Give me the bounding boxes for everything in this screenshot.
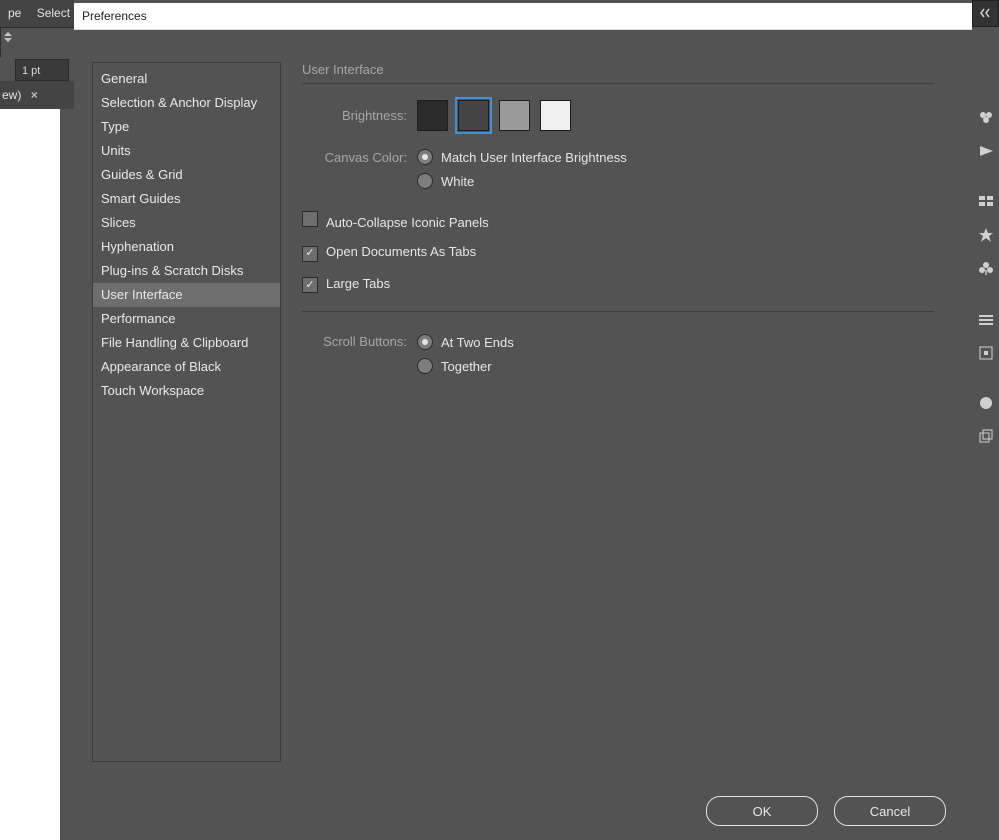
radio-icon [417,334,433,350]
value-spinner[interactable] [3,30,13,48]
checkbox-label: Auto-Collapse Iconic Panels [326,215,489,230]
category-item[interactable]: User Interface [93,283,280,307]
swatches-panel-icon[interactable] [972,100,999,134]
checkbox-icon [302,211,318,227]
checkbox-icon [302,246,318,262]
dialog-title: Preferences [82,9,147,23]
radio-icon [417,149,433,165]
stroke-panel-icon[interactable] [972,302,999,336]
scroll-buttons-label: Scroll Buttons: [302,334,407,349]
app-root: pe Select 1 pt ew) × [0,0,999,840]
brightness-swatches [417,100,581,131]
scroll-buttons-option[interactable]: At Two Ends [417,334,514,350]
category-item[interactable]: Slices [93,211,280,235]
checkbox-label: Large Tabs [326,276,390,291]
document-tab-label: ew) [2,88,21,102]
radio-icon [417,173,433,189]
category-item[interactable]: File Handling & Clipboard [93,331,280,355]
dialog-body: GeneralSelection & Anchor DisplayTypeUni… [74,29,972,840]
scroll-buttons-option[interactable]: Together [417,358,514,374]
canvas-color-option[interactable]: Match User Interface Brightness [417,149,627,165]
radio-icon [417,358,433,374]
category-item[interactable]: Plug-ins & Scratch Disks [93,259,280,283]
chevron-up-icon [4,32,12,36]
dialog-title-bar: Preferences [74,3,972,30]
category-item[interactable]: Selection & Anchor Display [93,91,280,115]
category-item[interactable]: General [93,67,280,91]
panel-heading: User Interface [302,62,934,77]
category-item[interactable]: Type [93,115,280,139]
brightness-swatch[interactable] [499,100,530,131]
category-item[interactable]: Performance [93,307,280,331]
canvas-color-row: Canvas Color: Match User Interface Brigh… [302,149,934,197]
document-tab[interactable]: ew) × [0,81,74,109]
checkbox-label: Open Documents As Tabs [326,244,476,259]
chevron-down-icon [4,38,12,42]
scroll-buttons-option-label: Together [441,359,492,374]
appearance-panel-icon[interactable] [972,386,999,420]
menu-bar: pe Select [0,0,74,27]
scroll-buttons-option-label: At Two Ends [441,335,514,350]
scroll-buttons-row: Scroll Buttons: At Two Ends Together [302,334,934,382]
brightness-swatch[interactable] [540,100,571,131]
layers-panel-icon[interactable] [972,420,999,454]
panel-user-interface: User Interface Brightness: Canvas Color:… [302,62,934,780]
brightness-swatch[interactable] [458,100,489,131]
close-icon[interactable]: × [31,81,38,109]
ok-button[interactable]: OK [706,796,818,826]
category-item[interactable]: Appearance of Black [93,355,280,379]
brightness-label: Brightness: [302,108,407,123]
category-item[interactable]: Hyphenation [93,235,280,259]
menu-item[interactable]: pe [8,0,21,27]
brightness-swatch[interactable] [417,100,448,131]
canvas-color-label: Canvas Color: [302,149,407,165]
clover-panel-icon[interactable] [972,252,999,286]
scroll-buttons-options: At Two Ends Together [417,334,514,382]
character-panel-icon[interactable] [972,336,999,370]
canvas-color-option[interactable]: White [417,173,627,189]
divider [302,311,934,312]
brushes-panel-icon[interactable] [972,134,999,168]
brightness-row: Brightness: [302,100,934,131]
menu-item[interactable]: Select [37,0,70,27]
category-list: GeneralSelection & Anchor DisplayTypeUni… [92,62,281,762]
checkbox-row[interactable]: Open Documents As Tabs [302,244,934,262]
canvas-color-option-label: Match User Interface Brightness [441,150,627,165]
option-bar: 1 pt [0,27,74,57]
canvas-color-options: Match User Interface Brightness White [417,149,627,197]
dialog-footer: OK Cancel [690,796,946,826]
preferences-dialog: Preferences GeneralSelection & Anchor Di… [74,3,972,840]
canvas[interactable] [0,109,60,840]
divider [302,83,934,84]
category-item[interactable]: Guides & Grid [93,163,280,187]
right-panel-strip [972,0,999,840]
checkbox-group: Auto-Collapse Iconic Panels Open Document… [302,211,934,293]
grid-panel-icon[interactable] [972,184,999,218]
checkbox-row[interactable]: Large Tabs [302,276,934,294]
symbols-panel-icon[interactable] [972,218,999,252]
category-item[interactable]: Units [93,139,280,163]
checkbox-icon [302,277,318,293]
category-item[interactable]: Smart Guides [93,187,280,211]
category-item[interactable]: Touch Workspace [93,379,280,403]
checkbox-row[interactable]: Auto-Collapse Iconic Panels [302,211,934,230]
cancel-button[interactable]: Cancel [834,796,946,826]
canvas-color-option-label: White [441,174,474,189]
stroke-weight-input[interactable]: 1 pt [15,59,69,81]
chevron-left-icon [979,6,993,20]
expand-panels-button[interactable] [972,0,999,27]
